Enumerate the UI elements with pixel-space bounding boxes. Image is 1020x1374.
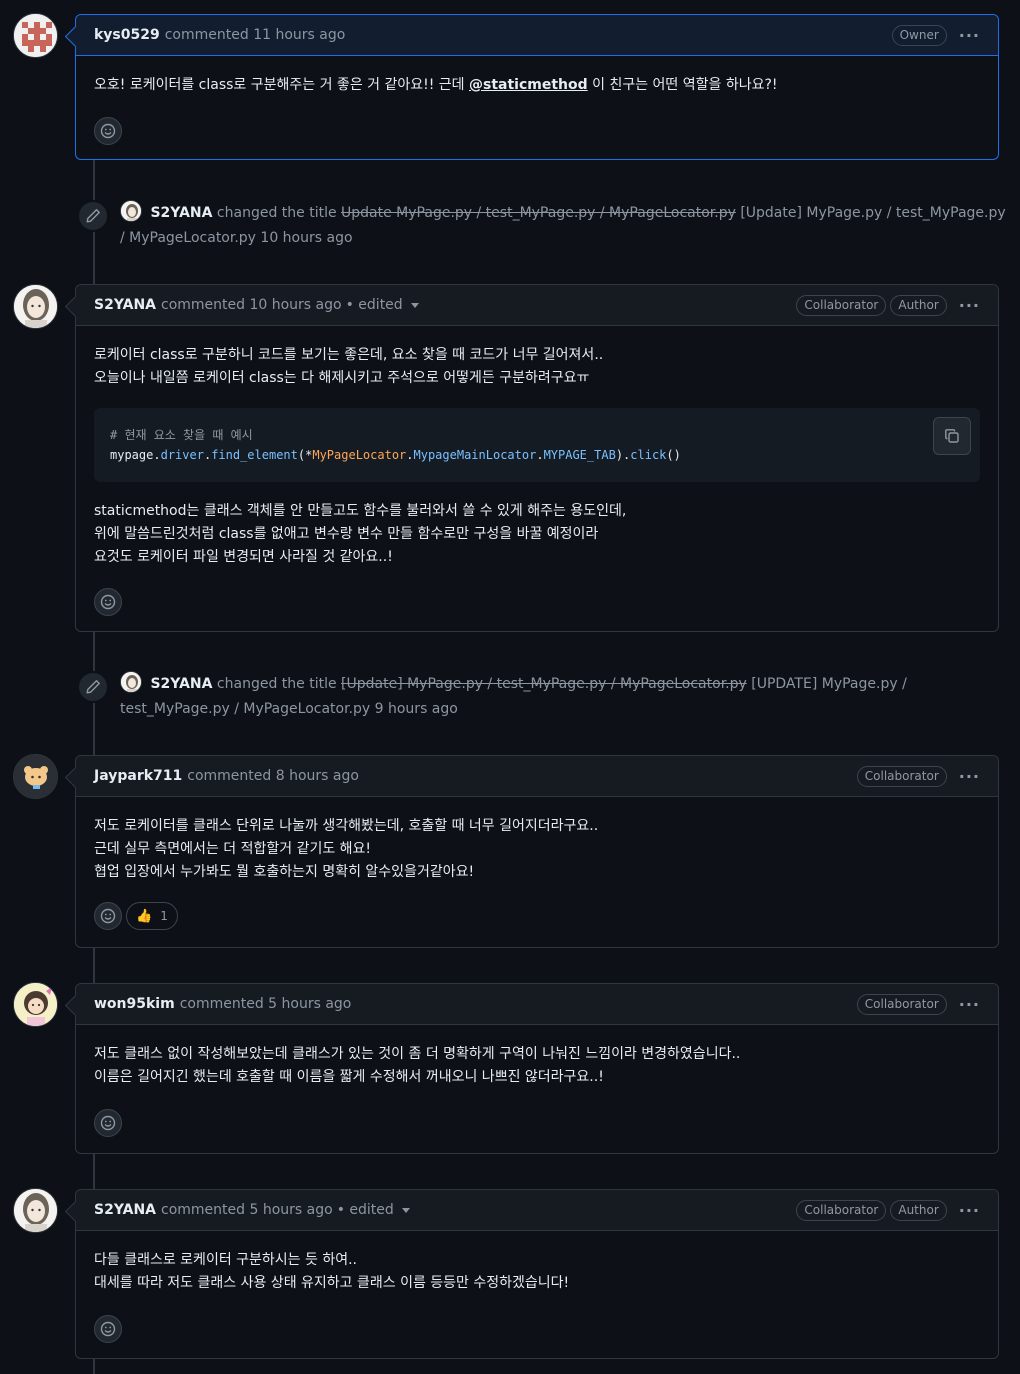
comment-body: 저도 로케이터를 클래스 단위로 나눌까 생각해봤는데, 호출할 때 너무 길어…	[76, 797, 998, 948]
smiley-icon[interactable]	[94, 902, 122, 930]
comment-text: 오호! 로케이터를 class로 구분해주는 거 좋은 거 같아요!! 근데	[94, 77, 470, 93]
event-time[interactable]: 9 hours ago	[375, 701, 458, 717]
avatar-jaypark711[interactable]	[13, 754, 58, 799]
comment-line: 저도 클래스 없이 작성해보았는데 클래스가 있는 것이 좀 더 명확하게 구역…	[94, 1046, 741, 1062]
kebab-horizontal-icon[interactable]: ···	[959, 995, 980, 1014]
old-title: Update MyPage.py / test_MyPage.py / MyPa…	[341, 205, 736, 221]
thumbs-up-icon: 👍	[136, 908, 153, 924]
event-author[interactable]: S2YANA	[150, 205, 212, 221]
comment-author[interactable]: won95kim	[94, 996, 175, 1012]
comment-line: 요것도 로케이터 파일 변경되면 사라질 것 같아요..!	[94, 549, 393, 565]
collaborator-badge: Collaborator	[856, 765, 947, 787]
comment-header: won95kim commented 5 hours ago Collabora…	[76, 984, 998, 1025]
comment-body: 로케이터 class로 구분하니 코드를 보기는 좋은데, 요소 찾을 때 코드…	[76, 326, 998, 634]
comment-jaypark711: Jaypark711 commented 8 hours ago Collabo…	[75, 755, 999, 948]
edited-indicator[interactable]: • edited	[346, 297, 403, 313]
smiley-icon[interactable]	[94, 1315, 122, 1343]
owner-badge: Owner	[891, 24, 947, 46]
comment-s2yana-1: S2YANA commented 10 hours ago • edited C…	[75, 284, 999, 632]
comment-line: 근데 실무 측면에서는 더 적합할거 같기도 해요!	[94, 841, 372, 857]
comment-author[interactable]: S2YANA	[94, 297, 156, 313]
kebab-horizontal-icon[interactable]: ···	[959, 26, 980, 45]
comment-line: 위에 말씀드린것처럼 class를 없애고 변수랑 변수 만들 함수로만 구성을…	[94, 526, 599, 542]
comment-author[interactable]: Jaypark711	[94, 768, 182, 784]
comment-line: 저도 로케이터를 클래스 단위로 나눌까 생각해봤는데, 호출할 때 너무 길어…	[94, 818, 599, 834]
avatar-kys0529[interactable]	[13, 13, 58, 58]
comment-header: Jaypark711 commented 8 hours ago Collabo…	[76, 756, 998, 797]
comment-line: 오늘이나 내일쯤 로케이터 class는 다 해제시키고 주석으로 어떻게든 구…	[94, 370, 590, 386]
comment-line: 로케이터 class로 구분하니 코드를 보기는 좋은데, 요소 찾을 때 코드…	[94, 347, 604, 363]
avatar-s2yana-small[interactable]	[120, 671, 142, 693]
comment-timestamp[interactable]: commented 10 hours ago	[161, 297, 342, 313]
avatar-won95kim[interactable]	[13, 982, 58, 1027]
kebab-horizontal-icon[interactable]: ···	[959, 1201, 980, 1220]
edited-indicator[interactable]: • edited	[337, 1202, 394, 1218]
new-title: [UPDATE] MyPage.py /	[751, 676, 907, 692]
collaborator-badge: Collaborator	[856, 993, 947, 1015]
thumbs-up-reaction[interactable]: 👍 1	[126, 902, 178, 930]
comment-timestamp[interactable]: commented 11 hours ago	[165, 27, 346, 43]
event-author[interactable]: S2YANA	[150, 676, 212, 692]
comment-kys0529: kys0529 commented 11 hours ago Owner ···…	[75, 14, 999, 160]
comment-line: 다들 클래스로 로케이터 구분하시는 듯 하여..	[94, 1252, 357, 1268]
comment-header: S2YANA commented 10 hours ago • edited C…	[76, 285, 998, 326]
comment-line: staticmethod는 클래스 객체를 안 만들고도 함수를 불러와서 쓸 …	[94, 503, 627, 519]
old-title: [Update] MyPage.py / test_MyPage.py / My…	[341, 676, 747, 692]
comment-line: 협업 입장에서 누가봐도 뭘 호출하는지 명확히 알수있을거같아요!	[94, 864, 475, 880]
comment-author[interactable]: S2YANA	[94, 1202, 156, 1218]
new-title: [Update] MyPage.py / test_MyPage.py	[740, 205, 1006, 221]
code-line: mypage.driver.find_element(*MyPageLocato…	[110, 448, 681, 462]
comment-body: 오호! 로케이터를 class로 구분해주는 거 좋은 거 같아요!! 근데 @…	[76, 56, 998, 163]
comment-s2yana-2: S2YANA commented 5 hours ago • edited Co…	[75, 1189, 999, 1359]
comment-header: kys0529 commented 11 hours ago Owner ···	[76, 15, 998, 56]
copy-icon[interactable]	[933, 417, 971, 455]
comment-timestamp[interactable]: commented 5 hours ago	[180, 996, 352, 1012]
title-change-event: S2YANA changed the title [Update] MyPage…	[77, 671, 1007, 722]
event-time[interactable]: 10 hours ago	[260, 230, 352, 246]
title-change-event: S2YANA changed the title Update MyPage.p…	[77, 200, 1007, 251]
comment-won95kim: won95kim commented 5 hours ago Collabora…	[75, 983, 999, 1154]
event-action: changed the title	[216, 205, 337, 221]
avatar-s2yana[interactable]	[13, 1188, 58, 1233]
collaborator-badge: Collaborator	[796, 1199, 887, 1221]
avatar-s2yana[interactable]	[13, 284, 58, 329]
comment-line: 대세를 따라 저도 클래스 사용 상태 유지하고 클래스 이름 등등만 수정하겠…	[94, 1275, 570, 1291]
comment-body: 저도 클래스 없이 작성해보았는데 클래스가 있는 것이 좀 더 명확하게 구역…	[76, 1025, 998, 1155]
smiley-icon[interactable]	[94, 117, 122, 145]
code-block: # 현재 요소 찾을 때 예시 mypage.driver.find_eleme…	[94, 408, 980, 482]
reaction-count: 1	[160, 908, 168, 923]
comment-line: 이름은 길어지긴 했는데 호출할 때 이름을 짧게 수정해서 꺼내오니 나쁘진 …	[94, 1069, 604, 1085]
kebab-horizontal-icon[interactable]: ···	[959, 767, 980, 786]
author-badge: Author	[890, 294, 947, 316]
code-comment: # 현재 요소 찾을 때 예시	[110, 428, 253, 442]
comment-author[interactable]: kys0529	[94, 27, 160, 43]
smiley-icon[interactable]	[94, 1109, 122, 1137]
event-action: changed the title	[216, 676, 337, 692]
comment-body: 다들 클래스로 로케이터 구분하시는 듯 하여.. 대세를 따라 저도 클래스 …	[76, 1231, 998, 1361]
comment-timestamp[interactable]: commented 5 hours ago	[161, 1202, 333, 1218]
mention-link[interactable]: @staticmethod	[469, 77, 588, 93]
comment-timestamp[interactable]: commented 8 hours ago	[187, 768, 359, 784]
collaborator-badge: Collaborator	[796, 294, 887, 316]
kebab-horizontal-icon[interactable]: ···	[959, 296, 980, 315]
new-title-continued: test_MyPage.py / MyPageLocator.py	[120, 701, 371, 717]
comment-text: 이 친구는 어떤 역할을 하나요?!	[587, 77, 778, 93]
smiley-icon[interactable]	[94, 588, 122, 616]
comment-header: S2YANA commented 5 hours ago • edited Co…	[76, 1190, 998, 1231]
pencil-icon	[77, 671, 109, 703]
pencil-icon	[77, 200, 109, 232]
author-badge: Author	[890, 1199, 947, 1221]
avatar-s2yana-small[interactable]	[120, 200, 142, 222]
chevron-down-icon[interactable]	[401, 1207, 410, 1213]
new-title-continued: / MyPageLocator.py	[120, 230, 256, 246]
chevron-down-icon[interactable]	[410, 302, 419, 308]
